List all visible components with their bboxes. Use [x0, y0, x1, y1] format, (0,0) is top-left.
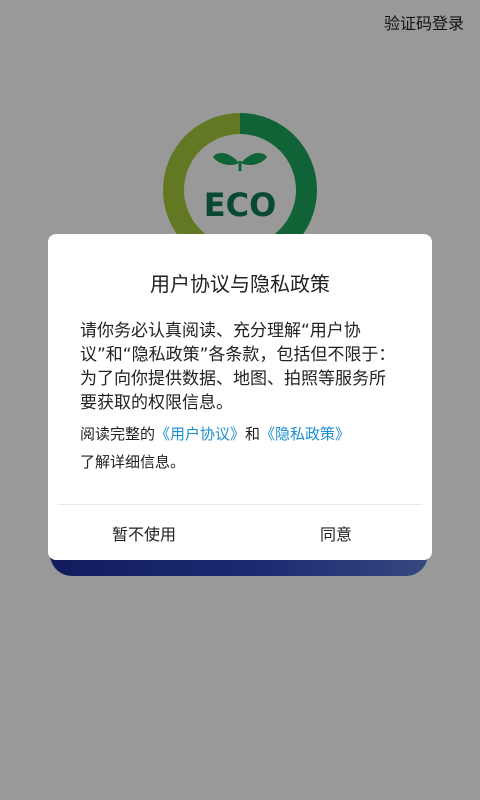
privacy-dialog: 用户协议与隐私政策 请你务必认真阅读、充分理解“用户协议”和“隐私政策”各条款，… [48, 234, 432, 560]
links-and: 和 [245, 425, 261, 443]
dialog-body-text: 请你务必认真阅读、充分理解“用户协议”和“隐私政策”各条款，包括但不限于：为了向… [80, 321, 396, 413]
privacy-policy-link[interactable]: 《隐私政策》 [260, 425, 350, 443]
decline-button[interactable]: 暂不使用 [48, 505, 240, 560]
links-suffix: 了解详细信息。 [80, 453, 186, 471]
agree-button[interactable]: 同意 [240, 505, 432, 560]
dialog-title: 用户协议与隐私政策 [150, 272, 330, 296]
dialog-links-text: 阅读完整的《用户协议》和《隐私政策》了解详细信息。 [80, 420, 402, 476]
user-agreement-link[interactable]: 《用户协议》 [155, 425, 245, 443]
links-prefix: 阅读完整的 [80, 425, 156, 443]
dialog-button-row: 暂不使用 同意 [48, 505, 432, 560]
